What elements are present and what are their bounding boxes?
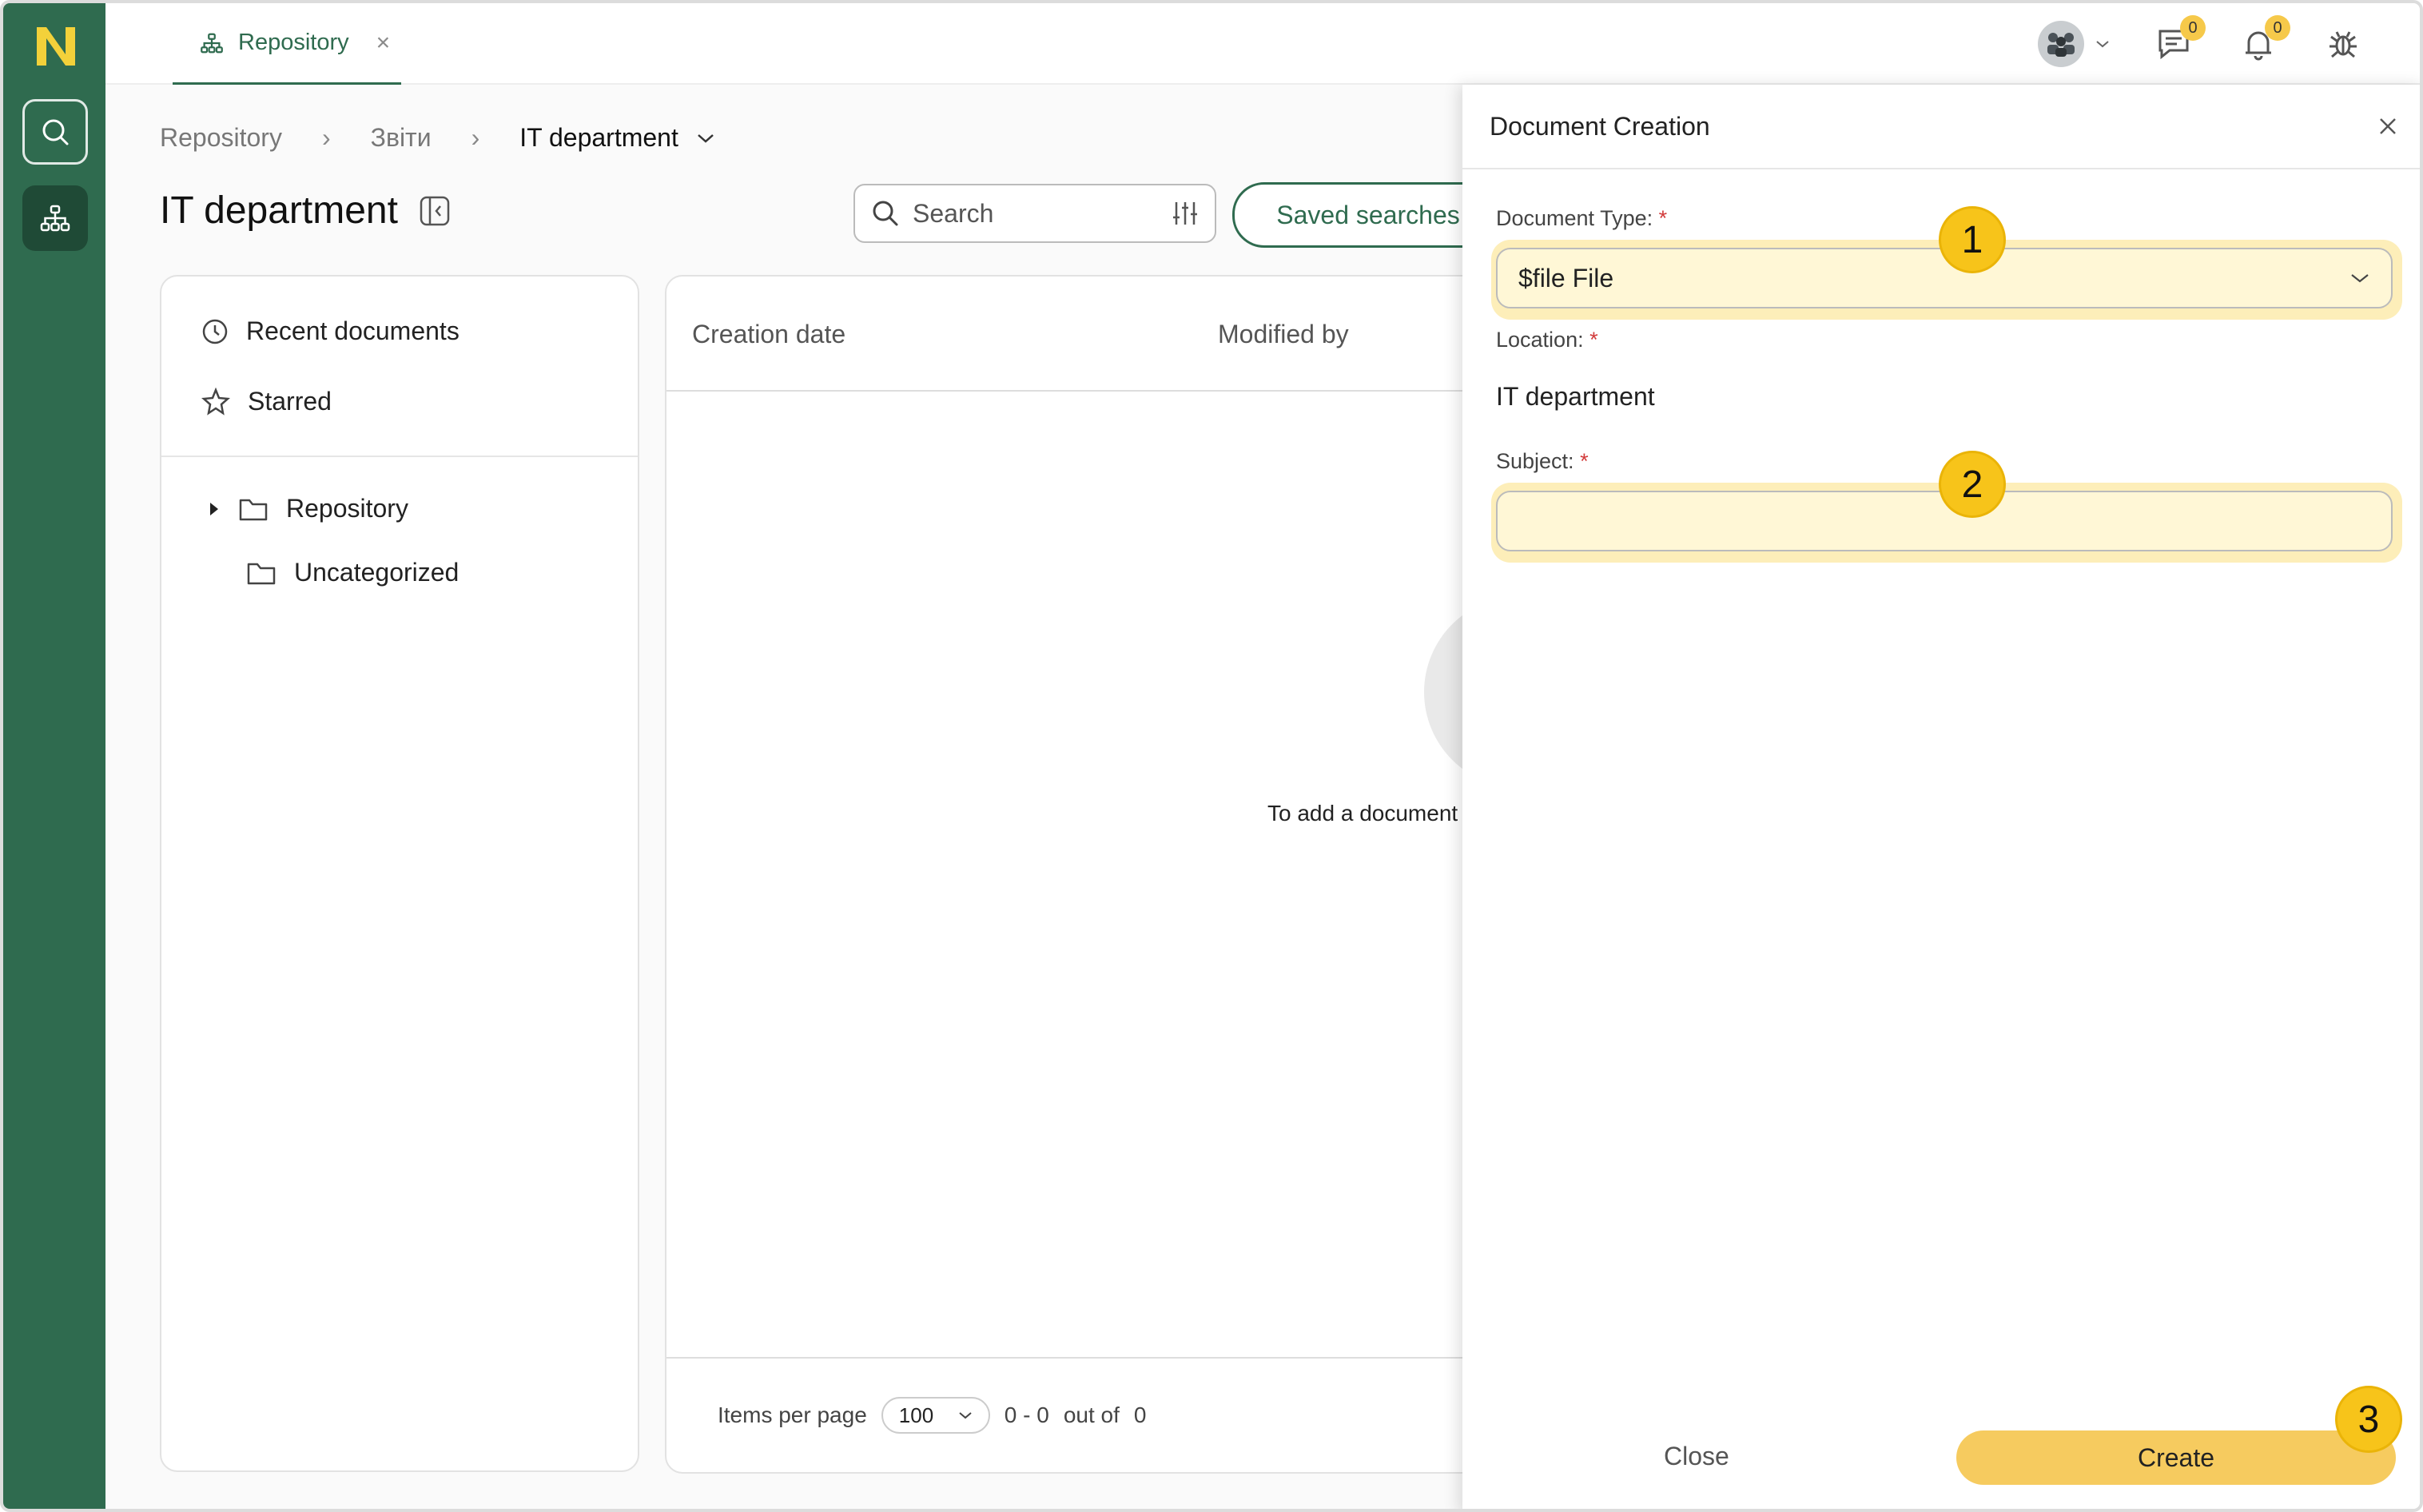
chevron-down-icon bbox=[2351, 274, 2369, 283]
tree-item-label: Repository bbox=[286, 494, 408, 523]
recent-documents-link[interactable]: Recent documents bbox=[201, 316, 460, 346]
hierarchy-icon bbox=[40, 205, 70, 232]
user-menu-button[interactable] bbox=[2038, 21, 2110, 67]
dialog-title: Document Creation bbox=[1490, 111, 1710, 141]
dialog-header: Document Creation bbox=[1462, 85, 2420, 169]
filter-icon[interactable] bbox=[1172, 200, 1199, 227]
step-1-marker: 1 bbox=[1939, 206, 2006, 273]
tab-close-icon[interactable]: × bbox=[376, 30, 391, 57]
navigation-panel: Recent documents Starred Repository Unca… bbox=[160, 275, 639, 1472]
required-mark: * bbox=[1580, 449, 1589, 473]
search-icon bbox=[42, 119, 69, 145]
breadcrumb-item-reports[interactable]: Звіти bbox=[371, 123, 432, 153]
divider bbox=[161, 456, 638, 457]
chevron-right-icon: › bbox=[321, 123, 331, 152]
search-input[interactable]: Search bbox=[853, 184, 1216, 243]
debug-button[interactable] bbox=[2322, 23, 2364, 65]
breadcrumb-item-repository[interactable]: Repository bbox=[160, 123, 282, 153]
create-button[interactable]: Create bbox=[1956, 1430, 2396, 1485]
document-type-value: $file File bbox=[1518, 263, 1614, 292]
out-of-label: out of bbox=[1063, 1403, 1120, 1427]
required-mark: * bbox=[1658, 206, 1668, 230]
subject-label-text: Subject: bbox=[1496, 449, 1574, 473]
folder-icon bbox=[239, 499, 268, 520]
page-title-text: IT department bbox=[160, 189, 398, 232]
chevron-down-icon bbox=[2096, 41, 2109, 48]
required-mark: * bbox=[1589, 328, 1598, 352]
close-icon[interactable] bbox=[2377, 115, 2399, 137]
location-label-text: Location: bbox=[1496, 328, 1584, 352]
avatar bbox=[2038, 21, 2084, 67]
total-count: 0 bbox=[1133, 1403, 1147, 1427]
starred-link[interactable]: Starred bbox=[201, 387, 332, 416]
notifications-button[interactable]: 0 bbox=[2238, 15, 2290, 65]
column-creation-date[interactable]: Creation date bbox=[692, 320, 845, 349]
items-per-page-value: 100 bbox=[898, 1403, 934, 1427]
document-type-label-text: Document Type: bbox=[1496, 206, 1653, 230]
global-search-button[interactable] bbox=[22, 99, 88, 165]
messages-count-badge: 0 bbox=[2180, 15, 2206, 41]
search-placeholder: Search bbox=[913, 198, 994, 228]
logo-icon[interactable] bbox=[32, 24, 80, 69]
empty-state-text: To add a document c bbox=[1267, 801, 1475, 826]
panel-collapse-icon[interactable] bbox=[419, 195, 451, 227]
breadcrumb: Repository › Звіти › IT department bbox=[160, 123, 715, 153]
items-per-page-select[interactable]: 100 bbox=[881, 1397, 990, 1434]
chevron-down-icon[interactable] bbox=[696, 132, 715, 145]
documents-table: Creation date Modified by To add a docum… bbox=[665, 275, 1616, 1474]
column-modified-by[interactable]: Modified by bbox=[1218, 320, 1349, 349]
document-type-label: Document Type: * bbox=[1496, 206, 1667, 231]
repository-nav-button[interactable] bbox=[22, 185, 88, 251]
hierarchy-icon bbox=[201, 33, 223, 53]
breadcrumb-current[interactable]: IT department bbox=[519, 123, 678, 153]
subject-label: Subject: * bbox=[1496, 449, 1589, 474]
document-creation-dialog: Document Creation Document Type: * $file… bbox=[1462, 85, 2420, 1509]
left-rail bbox=[3, 3, 105, 1509]
starred-label: Starred bbox=[248, 387, 332, 416]
page-range: 0 - 0 bbox=[1004, 1403, 1049, 1427]
tab-repository[interactable]: Repository × bbox=[173, 3, 401, 85]
tree-item-repository[interactable]: Repository bbox=[208, 494, 408, 523]
tab-label: Repository bbox=[238, 30, 349, 55]
tree-item-uncategorized[interactable]: Uncategorized bbox=[246, 558, 459, 587]
location-value: IT department bbox=[1496, 382, 1655, 411]
step-2-marker: 2 bbox=[1939, 451, 2006, 518]
table-header: Creation date Modified by bbox=[666, 277, 1542, 392]
notifications-count-badge: 0 bbox=[2265, 15, 2290, 41]
page-title: IT department bbox=[160, 189, 451, 233]
users-icon bbox=[2047, 33, 2075, 57]
messages-button[interactable]: 0 bbox=[2153, 15, 2206, 65]
app-window: Repository × 0 0 Repository › Звіти › IT… bbox=[0, 0, 2423, 1512]
close-button[interactable]: Close bbox=[1664, 1442, 1729, 1471]
location-label: Location: * bbox=[1496, 328, 1598, 352]
folder-icon bbox=[247, 563, 276, 584]
bug-icon bbox=[2330, 31, 2357, 58]
items-per-page-label: Items per page bbox=[718, 1403, 867, 1427]
step-3-marker: 3 bbox=[2335, 1386, 2402, 1453]
pagination: Items per page 100 0 - 0 out of 0 bbox=[666, 1357, 1542, 1472]
search-icon bbox=[873, 201, 898, 226]
top-bar: Repository × 0 0 bbox=[105, 3, 2420, 85]
tree-item-label: Uncategorized bbox=[294, 558, 460, 587]
chevron-right-icon: › bbox=[471, 123, 480, 152]
chevron-down-icon bbox=[959, 1412, 972, 1419]
caret-right-icon[interactable] bbox=[208, 501, 221, 517]
recent-documents-label: Recent documents bbox=[246, 316, 460, 345]
clock-icon bbox=[202, 319, 228, 344]
star-icon bbox=[201, 387, 230, 416]
